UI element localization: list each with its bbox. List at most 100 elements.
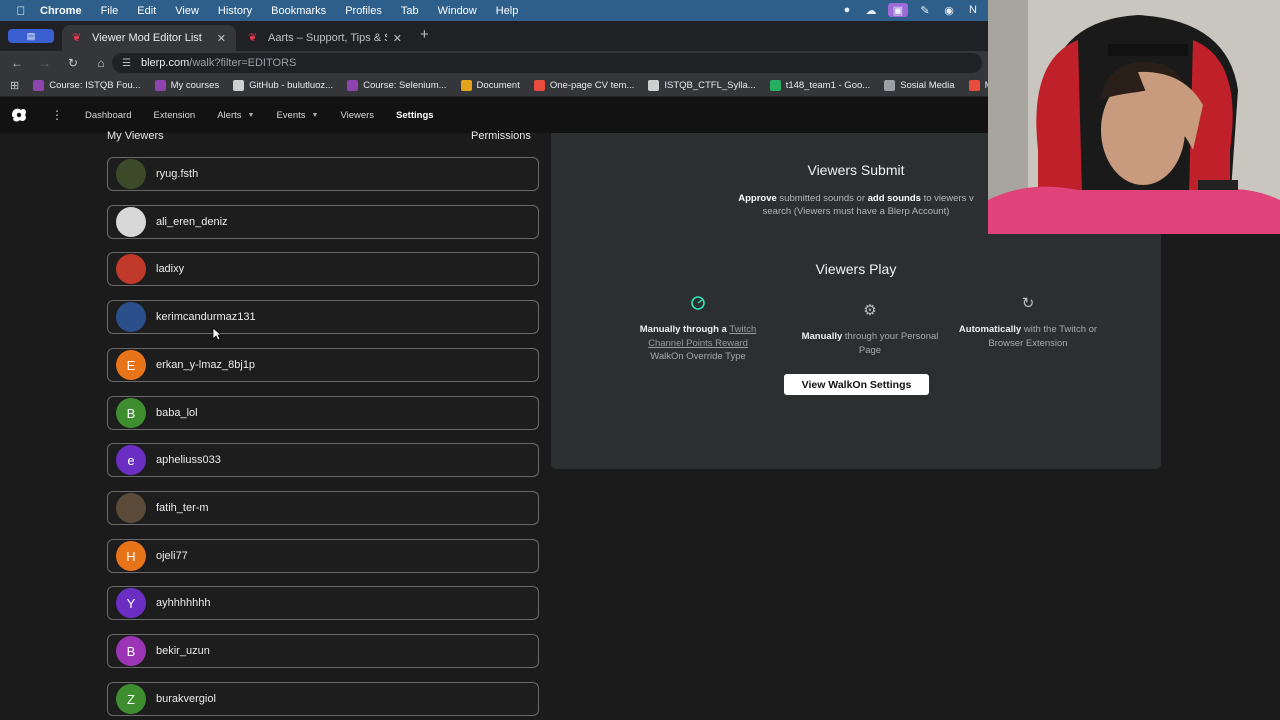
dot-icon[interactable]: ● bbox=[840, 3, 854, 17]
bookmark-favicon-icon bbox=[648, 80, 660, 91]
menu-profiles[interactable]: Profiles bbox=[345, 5, 382, 17]
bookmark-item[interactable]: ISTQB_CTFL_Sylla... bbox=[648, 80, 756, 91]
viewer-row[interactable]: ryug.fsth bbox=[107, 157, 539, 191]
viewer-row[interactable]: Eerkan_y-lmaz_8bj1p bbox=[107, 348, 539, 382]
bookmark-favicon-icon bbox=[884, 80, 896, 91]
nav-dashboard[interactable]: Dashboard bbox=[85, 110, 131, 121]
bookmark-item[interactable]: Course: ISTQB Fou... bbox=[33, 80, 141, 91]
viewers-play-title: Viewers Play bbox=[815, 261, 897, 277]
site-info-icon[interactable]: ☰ bbox=[122, 58, 131, 69]
screen-record-icon[interactable]: ▣ bbox=[888, 3, 908, 17]
forward-icon[interactable]: → bbox=[38, 56, 52, 70]
my-viewers-heading: My Viewers bbox=[107, 130, 164, 142]
approve-text: Approve bbox=[738, 193, 777, 204]
bookmark-label: Course: ISTQB Fou... bbox=[49, 80, 141, 91]
avatar: E bbox=[116, 350, 146, 380]
more-menu-icon[interactable]: ⋮ bbox=[51, 108, 63, 122]
menu-file[interactable]: File bbox=[101, 5, 119, 17]
nav-alerts[interactable]: Alerts ▼ bbox=[217, 110, 254, 121]
new-tab-icon[interactable]: + bbox=[420, 26, 429, 43]
tab-title: Viewer Mod Editor List bbox=[92, 32, 202, 44]
reload-icon[interactable]: ↻ bbox=[66, 56, 80, 70]
nav-label: Extension bbox=[153, 109, 196, 121]
tab-aarts-support[interactable]: ❦ Aarts – Support, Tips & Soun ✕ bbox=[238, 25, 412, 51]
menu-view[interactable]: View bbox=[175, 5, 199, 17]
avatar: Y bbox=[116, 588, 146, 618]
desc-text: search (Viewers must have a Blerp Accoun… bbox=[762, 206, 950, 217]
bookmark-favicon-icon bbox=[154, 80, 166, 91]
avatar bbox=[116, 493, 146, 523]
viewer-row[interactable]: Zburakvergiol bbox=[107, 682, 539, 716]
bookmark-favicon-icon bbox=[533, 80, 545, 91]
url-host: blerp.com bbox=[140, 57, 190, 69]
bookmark-item[interactable]: Course: Selenium... bbox=[347, 80, 447, 91]
blerp-logo-icon[interactable] bbox=[9, 105, 29, 125]
notion-icon[interactable]: N bbox=[966, 3, 980, 17]
bookmark-item[interactable]: One-page CV tem... bbox=[533, 80, 635, 91]
viewer-row[interactable]: e apheliuss033 bbox=[107, 443, 539, 477]
avatar bbox=[116, 207, 146, 237]
viewer-username: burakvergiol bbox=[156, 693, 216, 705]
menu-window[interactable]: Window bbox=[438, 5, 477, 17]
address-bar[interactable]: ☰ blerp.com/walk?filter=EDITORS bbox=[112, 53, 982, 73]
nav-label: Events bbox=[276, 109, 306, 121]
avatar bbox=[116, 254, 146, 284]
bookmark-favicon-icon bbox=[769, 80, 781, 91]
back-icon[interactable]: ← bbox=[10, 56, 24, 70]
viewer-username: bekir_uzun bbox=[156, 645, 210, 657]
close-tab-icon[interactable]: ✕ bbox=[217, 32, 226, 45]
viewer-row[interactable]: Yayhhhhhhh bbox=[107, 586, 539, 620]
webcam-person-image bbox=[988, 0, 1280, 234]
bookmark-favicon-icon bbox=[33, 80, 45, 91]
close-tab-icon[interactable]: ✕ bbox=[393, 32, 402, 45]
menu-edit[interactable]: Edit bbox=[137, 5, 156, 17]
tab-viewer-mod-editor-list[interactable]: ❦ Viewer Mod Editor List ✕ bbox=[62, 25, 236, 51]
viewer-row[interactable]: Bbekir_uzun bbox=[107, 634, 539, 668]
chevron-down-icon: ▼ bbox=[311, 111, 319, 119]
menu-history[interactable]: History bbox=[218, 5, 252, 17]
viewer-row[interactable]: Hojeli77 bbox=[107, 539, 539, 573]
permissions-heading: Permissions bbox=[471, 130, 531, 142]
view-walkon-settings-button[interactable]: View WalkOn Settings bbox=[784, 374, 929, 395]
blerp-favicon-icon: ❦ bbox=[72, 32, 82, 44]
cloud-icon[interactable]: ☁ bbox=[864, 3, 878, 17]
eye-icon[interactable]: ◉ bbox=[942, 3, 956, 17]
apps-grid-icon[interactable]: ⊞ bbox=[10, 79, 19, 92]
bookmark-label: Course: Selenium... bbox=[363, 80, 447, 91]
bookmark-item[interactable]: t148_team1 - Goo... bbox=[769, 80, 871, 91]
viewer-row[interactable]: fatih_ter-m bbox=[107, 491, 539, 525]
bookmark-label: ISTQB_CTFL_Sylla... bbox=[664, 80, 756, 91]
viewer-row[interactable]: Bbaba_lol bbox=[107, 396, 539, 430]
avatar: B bbox=[116, 636, 146, 666]
gear-icon: ⚙ bbox=[863, 302, 877, 319]
menu-tab[interactable]: Tab bbox=[401, 5, 419, 17]
home-icon[interactable]: ⌂ bbox=[94, 56, 108, 70]
bookmark-item[interactable]: My courses bbox=[154, 80, 219, 91]
add-sounds-text: add sounds bbox=[867, 193, 921, 204]
pen-icon[interactable]: ✎ bbox=[918, 3, 932, 17]
bookmark-item[interactable]: Document bbox=[460, 80, 520, 91]
bookmark-favicon-icon bbox=[347, 80, 359, 91]
bookmark-label: One-page CV tem... bbox=[549, 80, 635, 91]
avatar bbox=[116, 302, 146, 332]
nav-settings[interactable]: Settings bbox=[396, 110, 433, 121]
bookmark-label: t148_team1 - Goo... bbox=[785, 80, 871, 91]
menu-app-name[interactable]: Chrome bbox=[40, 5, 82, 17]
apple-icon[interactable]:  bbox=[14, 4, 28, 18]
tab-title: Aarts – Support, Tips & Soun bbox=[268, 32, 387, 44]
bookmark-item[interactable]: Sosial Media bbox=[884, 80, 955, 91]
bookmark-favicon-icon bbox=[233, 80, 245, 91]
nav-viewers[interactable]: Viewers bbox=[340, 110, 374, 121]
viewer-username: ladixy bbox=[156, 263, 185, 275]
tab-search-icon[interactable]: ▤ bbox=[8, 29, 54, 43]
viewer-row[interactable]: ladixy bbox=[107, 252, 539, 286]
nav-events[interactable]: Events ▼ bbox=[276, 110, 318, 121]
menu-bookmarks[interactable]: Bookmarks bbox=[271, 5, 326, 17]
avatar: H bbox=[116, 541, 146, 571]
menu-help[interactable]: Help bbox=[496, 5, 519, 17]
bookmark-item[interactable]: GitHub - bulutluoz... bbox=[233, 80, 333, 91]
bookmark-label: GitHub - bulutluoz... bbox=[249, 80, 334, 91]
viewer-row[interactable]: ali_eren_deniz bbox=[107, 205, 539, 239]
nav-extension[interactable]: Extension bbox=[153, 110, 195, 121]
viewer-row[interactable]: kerimcandurmaz131 bbox=[107, 300, 539, 334]
